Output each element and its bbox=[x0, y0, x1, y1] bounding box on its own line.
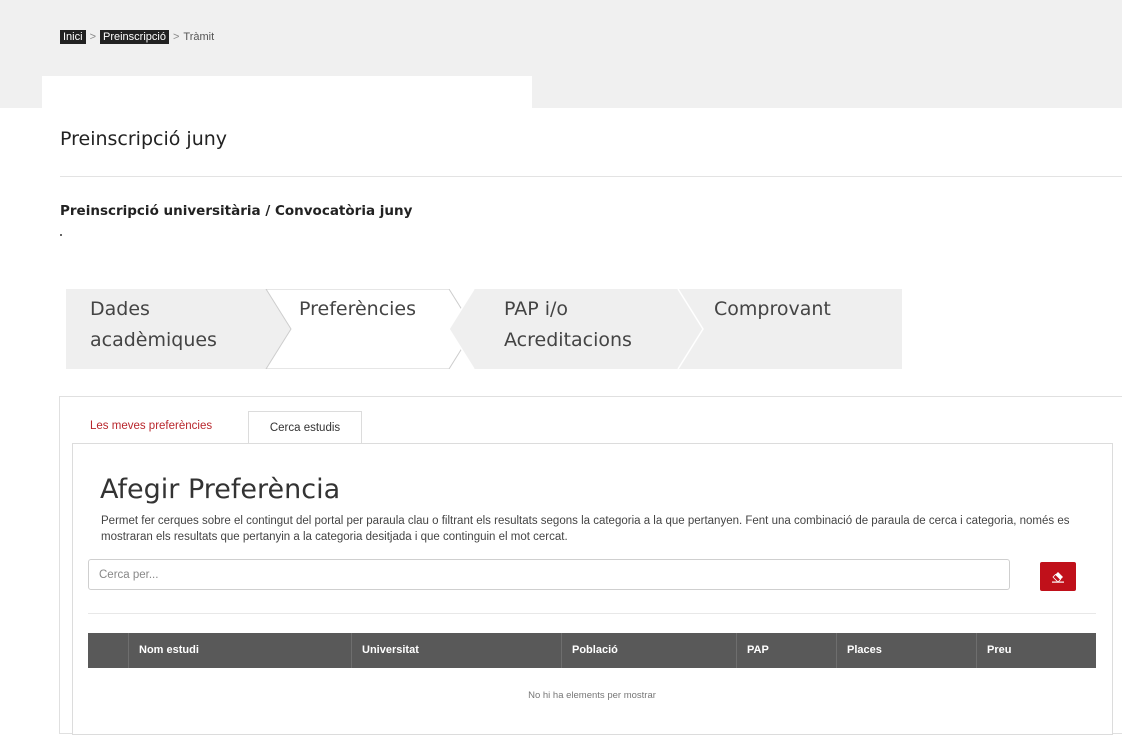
page-title: Preinscripció juny bbox=[60, 128, 228, 150]
tab-my-preferences[interactable]: Les meves preferències bbox=[90, 420, 212, 432]
step-label-dades: Dades acadèmiques bbox=[90, 298, 217, 351]
tab-search-studies[interactable]: Cerca estudis bbox=[248, 411, 362, 443]
column-header-pap[interactable]: PAP bbox=[736, 633, 836, 668]
column-header-universitat[interactable]: Universitat bbox=[351, 633, 561, 668]
step-label-pap: PAP i/o Acreditacions bbox=[504, 298, 632, 351]
decorative-dot bbox=[60, 234, 62, 236]
page-subtitle: Preinscripció universitària / Convocatòr… bbox=[60, 203, 413, 219]
breadcrumb-separator: > bbox=[89, 31, 96, 43]
clear-search-button[interactable] bbox=[1040, 562, 1076, 591]
column-header-nom-estudi[interactable]: Nom estudi bbox=[128, 633, 351, 668]
table-header: Nom estudi Universitat Població PAP Plac… bbox=[88, 633, 1096, 668]
header-strip bbox=[42, 76, 532, 108]
search-input[interactable] bbox=[88, 559, 1010, 590]
empty-table-message: No hi ha elements per mostrar bbox=[528, 690, 656, 701]
divider bbox=[60, 176, 1122, 177]
section-description: Permet fer cerques sobre el contingut de… bbox=[101, 515, 1070, 543]
column-header-poblacio[interactable]: Població bbox=[561, 633, 736, 668]
breadcrumb-current: Tràmit bbox=[183, 31, 215, 43]
wizard-steps: Dades acadèmiques Preferències PAP i/o Acr… bbox=[66, 289, 902, 369]
divider bbox=[88, 613, 1096, 614]
step-label-preferencies: Preferències bbox=[299, 298, 417, 320]
column-header-places[interactable]: Places bbox=[836, 633, 976, 668]
column-header-select bbox=[88, 633, 128, 668]
breadcrumb-home-link[interactable]: Inici bbox=[60, 30, 86, 44]
step-label-comprovant: Comprovant bbox=[714, 298, 831, 320]
column-header-preu[interactable]: Preu bbox=[976, 633, 1096, 668]
eraser-icon bbox=[1052, 571, 1064, 583]
section-title: Afegir Preferència bbox=[100, 474, 341, 505]
breadcrumb: Inici > Preinscripció > Tràmit bbox=[60, 30, 214, 44]
breadcrumb-separator: > bbox=[172, 31, 180, 43]
breadcrumb-section-link[interactable]: Preinscripció bbox=[100, 30, 169, 44]
